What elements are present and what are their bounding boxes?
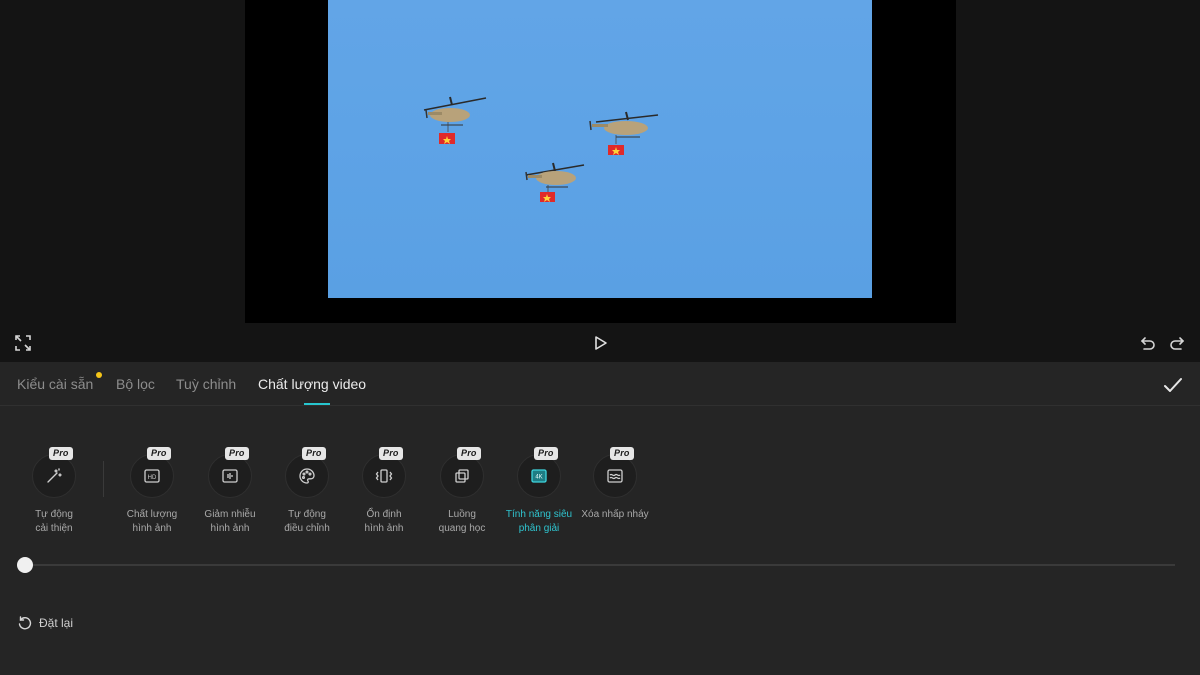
tool-label: Tính năng siêu phân giải	[505, 509, 573, 534]
helicopter-3	[525, 162, 585, 202]
tool-label: Ổn định hình ảnh	[364, 509, 404, 534]
tool-divider	[103, 461, 104, 497]
tool-label: Giảm nhiễu hình ảnh	[204, 509, 256, 534]
tool-stabilize[interactable]: Pro Ổn định hình ảnh	[344, 447, 424, 536]
palette-icon	[299, 468, 315, 484]
tool-button[interactable]: Pro	[208, 447, 252, 498]
magic-wand-icon	[47, 468, 62, 483]
tab-filters[interactable]: Bộ lọc	[116, 376, 155, 392]
tool-label: Tự động điều chỉnh	[284, 509, 330, 534]
tool-button[interactable]: Pro HD	[130, 447, 174, 498]
pro-badge: Pro	[610, 447, 634, 460]
tool-label: Tự động cải thiện	[35, 509, 73, 534]
undo-icon[interactable]	[1136, 331, 1160, 355]
reset-icon	[18, 616, 32, 630]
active-tab-indicator	[304, 403, 330, 405]
tool-auto-adjust[interactable]: Pro Tự động điều chỉnh	[267, 447, 347, 536]
tool-button[interactable]: Pro	[440, 447, 484, 498]
tool-label: Chất lượng hình ảnh	[126, 509, 178, 534]
intensity-slider-thumb[interactable]	[17, 557, 33, 573]
pro-badge: Pro	[534, 447, 558, 460]
tool-optical-flow[interactable]: Pro Luồng quang học	[422, 447, 502, 536]
tab-customize[interactable]: Tuỳ chỉnh	[176, 376, 236, 392]
tool-super-resolution[interactable]: Pro 4K Tính năng siêu phân giải	[499, 447, 579, 536]
redo-icon[interactable]	[1165, 331, 1189, 355]
tab-presets[interactable]: Kiểu cài sẵn	[17, 376, 93, 392]
tool-button[interactable]: Pro	[593, 447, 637, 498]
expand-icon[interactable]	[11, 331, 35, 355]
tool-image-quality[interactable]: Pro HD Chất lượng hình ảnh	[112, 447, 192, 536]
video-preview-image	[328, 0, 872, 298]
reset-label: Đặt lại	[39, 616, 74, 630]
flicker-icon	[607, 469, 623, 483]
tool-denoise[interactable]: Pro Giảm nhiễu hình ảnh	[190, 447, 270, 536]
pro-badge: Pro	[379, 447, 403, 460]
tool-deflicker[interactable]: Pro Xóa nhấp nháy	[575, 447, 655, 522]
tool-label: Xóa nhấp nháy	[581, 509, 649, 520]
tab-video-quality[interactable]: Chất lượng video	[258, 376, 366, 392]
tool-button[interactable]: Pro	[362, 447, 406, 498]
notification-dot	[96, 372, 102, 378]
pro-badge: Pro	[225, 447, 249, 460]
intensity-slider-track[interactable]	[25, 564, 1175, 566]
svg-text:HD: HD	[148, 475, 157, 481]
reset-button[interactable]: Đặt lại	[17, 615, 73, 631]
helicopters-illustration	[423, 96, 659, 202]
pro-badge: Pro	[302, 447, 326, 460]
tool-button[interactable]: Pro 4K	[517, 447, 561, 498]
checkmark-icon[interactable]	[1160, 372, 1186, 398]
tool-label: Luồng quang học	[438, 509, 486, 534]
tool-auto-enhance[interactable]: Pro Tự động cải thiện	[14, 447, 94, 536]
4k-icon: 4K	[531, 469, 547, 483]
helicopter-1	[423, 96, 487, 144]
tab-bar: Kiểu cài sẵn Bộ lọc Tuỳ chỉnh Chất lượng…	[0, 362, 1200, 406]
pro-badge: Pro	[147, 447, 171, 460]
svg-text:4K: 4K	[535, 475, 542, 481]
helicopter-2	[589, 111, 659, 155]
pro-badge: Pro	[457, 447, 481, 460]
hd-icon: HD	[144, 469, 160, 483]
pro-badge: Pro	[49, 447, 73, 460]
tool-button[interactable]: Pro	[32, 447, 76, 498]
tool-button[interactable]: Pro	[285, 447, 329, 498]
play-icon[interactable]	[588, 331, 612, 355]
adjust-panel: Kiểu cài sẵn Bộ lọc Tuỳ chỉnh Chất lượng…	[0, 362, 1200, 675]
denoise-icon	[222, 469, 238, 483]
stabilize-icon	[375, 469, 393, 483]
preview-stage	[0, 0, 1200, 362]
optical-flow-icon	[455, 469, 469, 483]
